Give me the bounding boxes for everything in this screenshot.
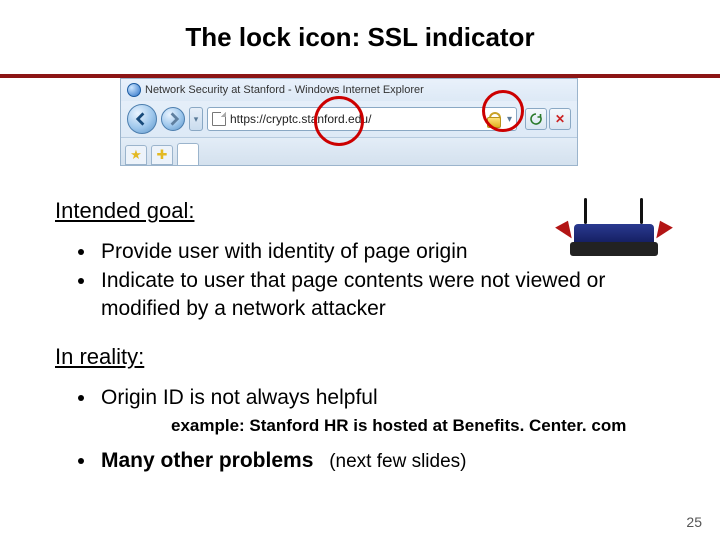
nav-history-dropdown[interactable]: ▾ [189,107,203,131]
chevron-down-icon: ▾ [507,114,512,125]
nav-row: ▾ https://cryptc.stanford.edu/ ▾ ✕ [121,101,577,137]
arrow-left-icon [135,112,149,126]
bullet-item: Many other problems (next few slides) [97,447,665,475]
star-icon: ★ [130,147,142,163]
slide-content: Intended goal: Provide user with identit… [55,198,665,477]
back-button[interactable] [127,104,157,134]
slide-title: The lock icon: SSL indicator [0,22,720,53]
bullet-text: Origin ID is not always helpful [101,386,378,409]
bullet-item: Indicate to user that page contents were… [97,267,665,322]
browser-chrome: Network Security at Stanford - Windows I… [120,78,578,166]
window-titlebar: Network Security at Stanford - Windows I… [121,79,577,101]
page-icon [212,112,226,126]
nav-right-buttons: ✕ [525,108,571,130]
page-number: 25 [686,514,702,530]
example-subtext: example: Stanford HR is hosted at Benefi… [171,415,665,437]
stop-button[interactable]: ✕ [549,108,571,130]
address-bar[interactable]: https://cryptc.stanford.edu/ ▾ [207,107,517,131]
arrow-right-icon [166,112,180,126]
browser-tab[interactable] [177,143,199,165]
forward-button[interactable] [161,107,185,131]
window-title-text: Network Security at Stanford - Windows I… [145,84,424,96]
refresh-button[interactable] [525,108,547,130]
bullet-list-1: Provide user with identity of page origi… [97,238,665,322]
refresh-icon [530,113,542,125]
heading-intended-goal: Intended goal: [55,198,665,224]
add-favorite-button[interactable]: ✚ [151,145,173,165]
url-text: https://cryptc.stanford.edu/ [230,112,371,126]
tab-strip: ★ ✚ [121,137,577,165]
heading-in-reality: In reality: [55,344,665,370]
bullet-item: Provide user with identity of page origi… [97,238,665,265]
inline-note: (next few slides) [329,451,466,472]
lock-icon [487,112,499,126]
ie-logo-icon [127,83,141,97]
star-plus-icon: ✚ [157,147,168,163]
favorites-button[interactable]: ★ [125,145,147,165]
bullet-text: Many other problems [101,449,313,472]
bullet-list-2: Origin ID is not always helpful example:… [97,384,665,475]
close-icon: ✕ [555,112,565,126]
bullet-item: Origin ID is not always helpful example:… [97,384,665,437]
